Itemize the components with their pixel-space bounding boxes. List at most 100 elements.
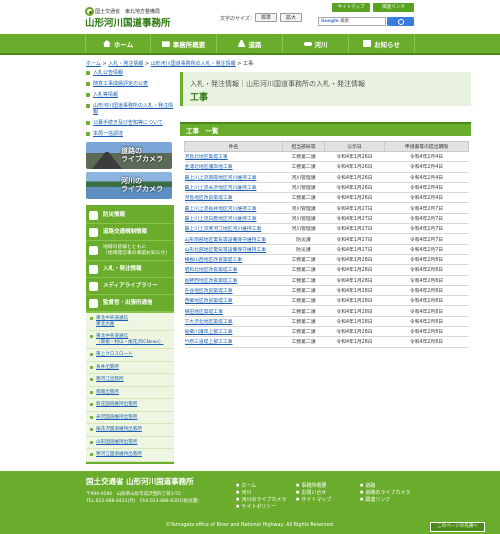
project-name-link[interactable]: 最上川上流白鷹地区河川維持工事 [184,213,283,225]
bullet-icon [90,428,93,431]
menu-traffic[interactable]: 道路交通規制情報 [86,224,174,241]
department-cell: 防災課 [282,244,325,255]
project-name-link[interactable]: 下大沢北地区築堤工事 [184,316,283,328]
menu-media[interactable]: メディアライブラリー [86,278,174,295]
sidebar-link-label: 入札等情報 [93,92,119,98]
menu-community[interactable]: 地域の皆様とともに （地域発信事の事前お知らせ） [86,241,174,261]
nav-road[interactable]: 道路 [217,34,283,53]
sidebar-link[interactable]: 入札公告情報 [86,70,174,76]
disaster-icon [89,210,98,220]
sidebar-link[interactable]: 本局一括調達 [86,131,174,137]
home-icon [102,40,111,47]
submenu-item[interactable]: 新庄国道維持出張所 [86,399,174,412]
footer-link[interactable]: 道路 [360,482,375,489]
department-cell: 河川管理課 [282,223,325,235]
footer-link[interactable]: サイトポリシー [236,503,276,510]
submenu-item[interactable]: 尾花沢国道維持出張所 [86,424,174,437]
sidebar-link[interactable]: 随意工事成績評定の公表 [86,81,174,87]
footer-link[interactable]: 河川 [236,489,251,496]
footer-link[interactable]: 河川のライブカメラ [236,496,286,503]
breadcrumb-current: 工事 [243,61,254,67]
project-name-link[interactable]: 長野西地区改良築堤工事 [184,275,283,286]
deadline-cell: 令和4年2月7日 [384,202,469,214]
search-input[interactable]: Google 検索 [318,17,386,26]
menu-label: 防災情報 [103,212,126,218]
project-name-link[interactable]: 桜郷川護岸上部工工事 [184,326,283,338]
road-live-camera-banner[interactable]: 道路の ライブカメラ [86,142,172,169]
project-name-link[interactable]: 河島地区改良築堤工事 [184,192,283,204]
back-to-top-button[interactable]: このページの先頭へ [430,522,485,532]
table-row: 河島地区改良築堤工事 工務第二課 令和4年1月26日 令和4年2月4日 [184,192,469,204]
breadcrumb: ホーム > 入札・発注情報 > 山形河川国道事務所の入札・発注情報 > 工事 [86,60,253,67]
section-heading: 工事 一覧 [180,122,471,136]
global-nav: ホーム 事務所概要 道路 河川 お知らせ [0,34,500,55]
department-cell: 工務第二課 [282,316,325,328]
site-title[interactable]: 山形河川国道事務所 [85,15,171,29]
submenu-item[interactable]: 長井出張所 [86,362,174,374]
project-name-link[interactable]: 最上川上流南陽地区河川維持工事 [184,172,283,183]
project-name-link[interactable]: 梯田地区築堤工事 [184,305,283,317]
submenu-label: 山形国道維持出張所 [96,439,138,445]
submenu-item[interactable]: 米沢国道維持出張所 [86,412,174,424]
project-name-link[interactable]: 横根山西地区改良築堤工事 [184,254,283,266]
deadline-cell: 令和4年2月8日 [384,326,469,338]
project-name-link[interactable]: 最上川上流長井地区河川維持工事 [184,202,283,214]
sidebar-link[interactable]: 公募手続き及び告知等について [86,120,174,126]
related-links-button[interactable]: 関連リンク [373,3,414,12]
submenu-item[interactable]: 山形国道維持出張所 [86,437,174,449]
submenu-item[interactable]: 寒河江国道維持出張所 [86,449,174,462]
project-name-link[interactable]: 河島北地区築堤工事 [184,151,283,163]
breadcrumb-separator: > [102,61,107,67]
bullet-icon [86,82,90,86]
nav-office[interactable]: 事務所概要 [151,34,217,53]
breadcrumb-home[interactable]: ホーム [86,61,101,67]
submenu-label: 東上クロスロード [96,352,133,357]
breadcrumb-office-bidding[interactable]: 山形河川国道事務所の入札・発注情報 [151,61,236,67]
footer-link[interactable]: 関連リンク [360,496,390,503]
project-name-link[interactable]: 竹原三道堤上部工工事 [184,336,283,348]
submenu-item[interactable]: 東上クロスロード [86,349,174,362]
project-name-link[interactable]: 金浦北地区護岸他工事 [184,161,283,173]
footer-link[interactable]: サイトマップ [296,496,331,503]
table-row: 最上川上流南陽地区河川維持工事 河川管理課 令和4年1月26日 令和4年2月4日 [184,172,469,183]
sitemap-button[interactable]: サイトマップ [332,3,370,12]
project-name-link[interactable]: 西郷地区改良築堤工事 [184,295,283,307]
nav-news[interactable]: お知らせ [349,34,415,53]
submenu-item[interactable]: 寒河江出張所 [86,374,174,387]
footer-link[interactable]: 事務所概要 [296,482,326,489]
project-name-link[interactable]: 最上川上流寒河江地区河川維持工事 [184,223,283,235]
department-cell: 工務第二課 [282,336,325,348]
nav-home[interactable]: ホーム [85,34,151,53]
search-brand: Google [321,19,339,24]
project-name-link[interactable]: 昭和北地区改良築堤工事 [184,264,283,276]
submenu-label: 寒河江国道維持出張所 [96,452,142,457]
sidebar-link[interactable]: 入札等情報 [86,92,174,98]
river-live-camera-banner[interactable]: 河川の ライブカメラ [86,172,172,199]
nav-river[interactable]: 河川 [283,34,349,53]
menu-label: 監督官・出張所通信 [103,300,153,306]
notice-date-cell: 令和4年1月27日 [324,223,385,235]
traffic-icon [89,227,98,237]
project-name-link[interactable]: 升谷地区改良築堤工事 [184,285,283,297]
font-standard-button[interactable]: 標準 [255,13,277,22]
project-name-link[interactable]: 山形北部地区電気等設備保守維持工事 [184,244,283,255]
department-cell: 工務第二課 [282,305,325,317]
bullet-icon [90,403,93,406]
footer-link[interactable]: お問い合せ [296,489,326,496]
menu-bidding[interactable]: 入札・発注情報 [86,261,174,278]
menu-office-news[interactable]: 監督官・出張所通信 [86,295,174,312]
submenu-item[interactable]: 東北中央道通信 東北大路 [86,313,174,331]
breadcrumb-bidding[interactable]: 入札・発注情報 [108,61,143,67]
footer-link[interactable]: ホーム [236,482,256,489]
project-name-link[interactable]: 山形南部地区電気等設備保守維持工事 [184,233,283,245]
submenu-item[interactable]: 南陽出張所 [86,387,174,399]
project-name-link[interactable]: 最上川上流米沢地区河川維持工事 [184,182,283,194]
submenu-item[interactable]: 東北中央道通信 （東根・村山・尾花沢ICNews） [86,331,174,349]
search-button[interactable] [387,17,414,26]
bullet-icon [90,390,93,394]
column-header: 公示日 [324,141,385,152]
menu-disaster[interactable]: 防災情報 [86,207,174,224]
font-large-button[interactable]: 拡大 [280,13,302,22]
sidebar-link[interactable]: 山形河川国道事務所の入札・発注情報 [86,103,174,115]
footer-link[interactable]: 道路のライブカメラ [360,489,410,496]
